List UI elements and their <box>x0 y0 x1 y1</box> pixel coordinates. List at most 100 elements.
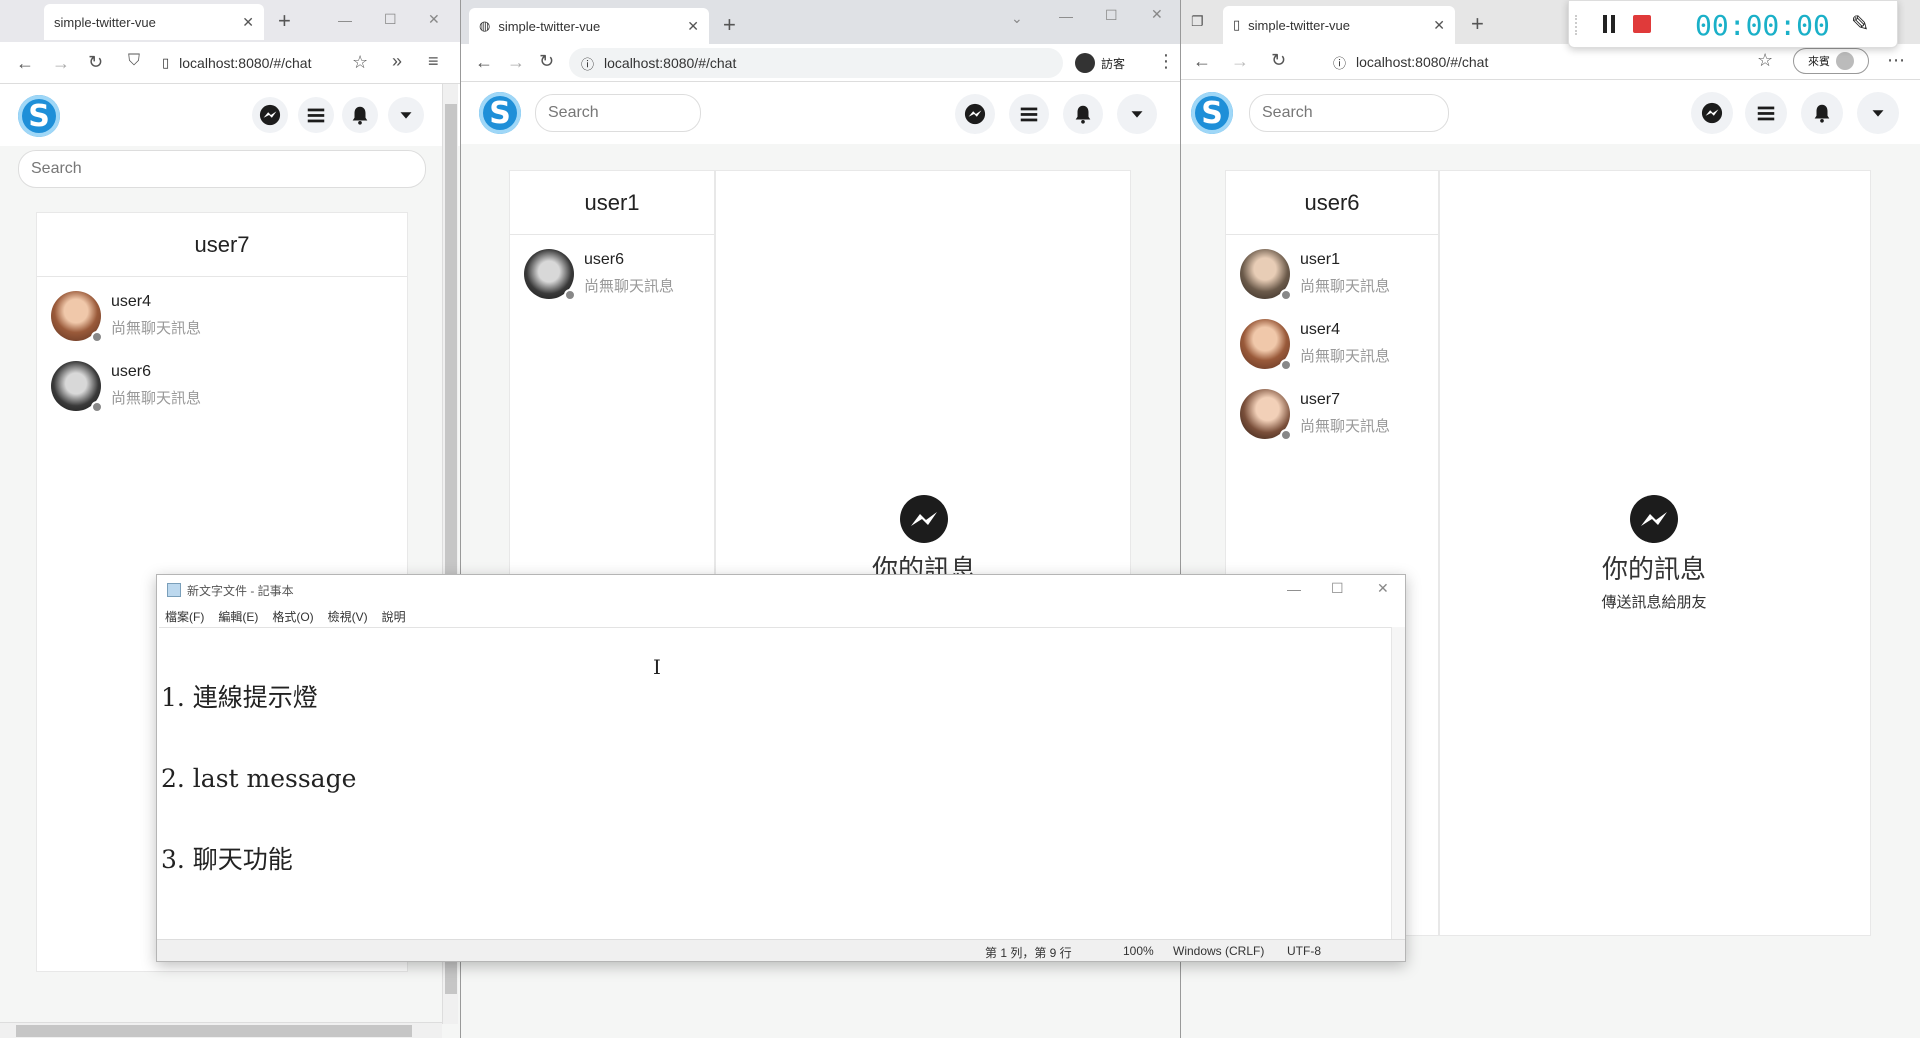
bell-icon <box>352 106 368 125</box>
bell-icon <box>1075 105 1091 124</box>
reload-icon[interactable]: ↻ <box>88 53 103 71</box>
room-item[interactable]: user7 尚無聊天訊息 <box>1226 381 1438 447</box>
room-item[interactable]: user4 尚無聊天訊息 <box>1226 311 1438 377</box>
maximize-icon[interactable]: ☐ <box>1105 7 1118 24</box>
profile-button[interactable]: 來賓 <box>1793 48 1869 74</box>
caret-down-icon <box>400 112 412 119</box>
app-logo[interactable]: S <box>479 92 521 134</box>
more-options-icon[interactable]: ⋯ <box>1887 51 1905 69</box>
favorites-icon[interactable]: ☆ <box>1757 51 1773 69</box>
scrollbar-thumb[interactable] <box>16 1025 412 1037</box>
current-user-title: user7 <box>37 213 407 277</box>
menu-edit[interactable]: 編輯(E) <box>218 608 258 625</box>
dropdown-button[interactable] <box>1117 94 1157 134</box>
page-icon: ▯ <box>1233 17 1241 32</box>
close-tab-icon[interactable]: ✕ <box>242 14 254 31</box>
menu-view[interactable]: 檢視(V) <box>328 608 368 625</box>
close-window-icon[interactable]: ✕ <box>1151 6 1163 23</box>
notification-button[interactable] <box>342 97 378 133</box>
url-field[interactable]: ▯ localhost:8080/#/chat <box>150 48 340 78</box>
back-icon[interactable]: ← <box>16 54 34 72</box>
messenger-icon <box>259 104 281 126</box>
info-icon: ⓘ <box>581 56 595 72</box>
star-icon[interactable]: ☆ <box>352 53 368 71</box>
menu-help[interactable]: 說明 <box>382 608 406 625</box>
text-editor[interactable]: 1. 連線提示燈 2. last message 3. 聊天功能 <box>159 627 1391 939</box>
reload-icon[interactable]: ↻ <box>1271 51 1286 69</box>
browser-tab[interactable]: ▯ simple-twitter-vue ✕ <box>1223 6 1455 44</box>
profile-button[interactable]: 訪客 <box>1075 50 1125 76</box>
window-title: 新文字文件 - 記事本 <box>187 583 294 598</box>
messenger-button[interactable] <box>955 94 995 134</box>
minimize-icon[interactable]: — <box>338 12 352 28</box>
menu-format[interactable]: 格式(O) <box>272 608 313 625</box>
room-name: user7 <box>1300 391 1341 408</box>
back-icon[interactable]: ← <box>475 53 493 71</box>
browser-tab[interactable]: ◍ simple-twitter-vue ✕ <box>469 8 709 44</box>
notification-button[interactable] <box>1801 92 1843 134</box>
close-window-icon[interactable]: ✕ <box>428 11 440 28</box>
close-window-icon[interactable]: ✕ <box>1377 580 1389 597</box>
shield-icon[interactable]: ⛉ <box>128 53 140 69</box>
forward-icon[interactable]: → <box>52 54 70 72</box>
forward-icon[interactable]: → <box>1231 52 1249 70</box>
close-tab-icon[interactable]: ✕ <box>1433 17 1445 34</box>
drag-handle[interactable] <box>1575 15 1579 35</box>
search-input[interactable]: Search <box>535 94 701 132</box>
maximize-icon[interactable]: ☐ <box>1331 580 1344 597</box>
minimize-icon[interactable]: — <box>1059 8 1073 24</box>
current-user-title: user1 <box>510 171 714 235</box>
menu-icon[interactable]: ≡ <box>428 52 439 70</box>
reload-icon[interactable]: ↻ <box>539 52 554 70</box>
new-tab-button[interactable]: + <box>1471 13 1484 35</box>
notification-button[interactable] <box>1063 94 1103 134</box>
messenger-button[interactable] <box>252 97 288 133</box>
menu-button[interactable] <box>298 97 334 133</box>
tab-search-icon[interactable]: ⌄ <box>1011 10 1023 27</box>
status-bar: 第 1 列，第 9 行 100% Windows (CRLF) UTF-8 <box>157 939 1405 961</box>
url-field[interactable]: ⓘ localhost:8080/#/chat <box>569 48 1063 78</box>
vertical-scrollbar[interactable] <box>1391 627 1405 939</box>
menu-bar: 檔案(F) 編輯(E) 格式(O) 檢視(V) 說明 <box>157 605 1405 627</box>
maximize-icon[interactable]: ☐ <box>384 11 397 28</box>
back-icon[interactable]: ← <box>1193 52 1211 70</box>
forward-icon[interactable]: → <box>507 53 525 71</box>
dropdown-button[interactable] <box>1857 92 1899 134</box>
url-field[interactable]: ⓘ localhost:8080/#/chat <box>1321 47 1701 77</box>
room-item[interactable]: user6 尚無聊天訊息 <box>510 241 714 307</box>
tab-title: simple-twitter-vue <box>1248 17 1351 33</box>
url-text: localhost:8080/#/chat <box>1356 54 1489 70</box>
menu-file[interactable]: 檔案(F) <box>165 608 204 625</box>
search-input[interactable]: Search <box>18 150 426 188</box>
room-item[interactable]: user1 尚無聊天訊息 <box>1226 241 1438 307</box>
notepad-window: 新文字文件 - 記事本 — ☐ ✕ 檔案(F) 編輯(E) 格式(O) 檢視(V… <box>156 574 1406 962</box>
empty-chat-title: 你的訊息 <box>1601 554 1706 584</box>
stop-button[interactable] <box>1633 15 1651 33</box>
minimize-icon[interactable]: — <box>1287 581 1301 597</box>
tab-bar: ◍ simple-twitter-vue ✕ + ⌄ — ☐ ✕ <box>461 0 1180 44</box>
new-tab-button[interactable]: + <box>278 10 291 32</box>
messenger-button[interactable] <box>1691 92 1733 134</box>
text-line: 3. 聊天功能 <box>161 845 293 874</box>
url-text: localhost:8080/#/chat <box>179 55 312 71</box>
tab-bar: simple-twitter-vue ✕ + — ☐ ✕ <box>0 0 460 42</box>
search-input[interactable]: Search <box>1249 94 1449 132</box>
dropdown-button[interactable] <box>388 97 424 133</box>
app-logo[interactable]: S <box>1191 92 1233 134</box>
status-dot <box>564 289 576 301</box>
tab-actions-icon[interactable]: ❐ <box>1191 14 1204 28</box>
pen-icon[interactable]: ✎ <box>1851 11 1869 37</box>
room-item[interactable]: user6 尚無聊天訊息 <box>37 353 407 419</box>
menu-button[interactable] <box>1745 92 1787 134</box>
browser-tab[interactable]: simple-twitter-vue ✕ <box>44 4 264 40</box>
horizontal-scrollbar[interactable] <box>0 1022 442 1038</box>
pause-button[interactable] <box>1601 15 1617 35</box>
app-logo[interactable]: S <box>18 95 60 137</box>
close-tab-icon[interactable]: ✕ <box>687 18 699 35</box>
kebab-menu-icon[interactable]: ⋮ <box>1157 52 1175 70</box>
room-item[interactable]: user4 尚無聊天訊息 <box>37 283 407 349</box>
menu-button[interactable] <box>1009 94 1049 134</box>
new-tab-button[interactable]: + <box>723 14 736 36</box>
overflow-icon[interactable]: » <box>392 52 402 70</box>
room-last-message: 尚無聊天訊息 <box>584 278 675 295</box>
